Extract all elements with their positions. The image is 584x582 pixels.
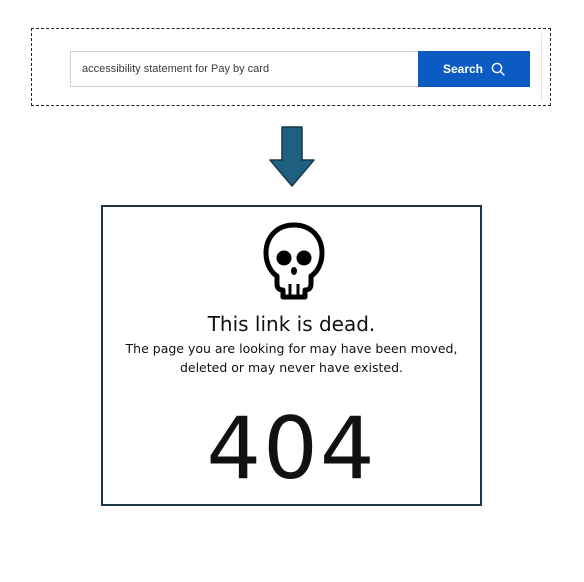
error-code: 404 xyxy=(206,399,377,499)
arrow-down-icon xyxy=(268,126,316,188)
skull-icon xyxy=(263,222,325,302)
search-button-label: Search xyxy=(442,62,484,76)
error-message-line-1: The page you are looking for may have be… xyxy=(125,341,458,356)
panel-divider xyxy=(541,33,542,101)
error-message-line-2: deleted or may never have existed. xyxy=(179,360,404,375)
search-panel: accessibility statement for Pay by card … xyxy=(31,28,551,106)
error-panel: This link is dead. The page you are look… xyxy=(101,205,482,506)
error-message: The page you are looking for may have be… xyxy=(103,339,480,377)
search-input[interactable]: accessibility statement for Pay by card xyxy=(70,51,418,87)
search-icon xyxy=(491,62,505,76)
search-button[interactable]: Search xyxy=(418,51,530,87)
error-title: This link is dead. xyxy=(207,312,376,336)
